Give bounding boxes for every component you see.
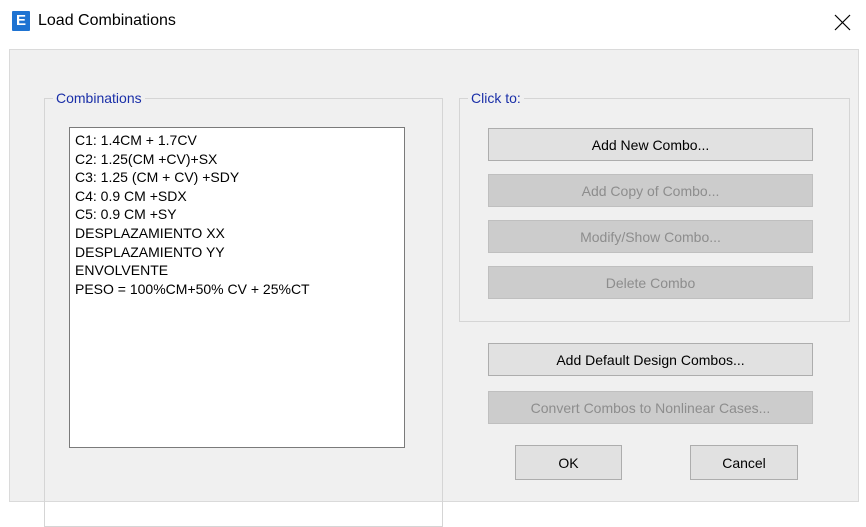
etabs-app-icon: E xyxy=(12,11,30,31)
add-default-design-combos-button[interactable]: Add Default Design Combos... xyxy=(488,343,813,376)
modify-show-combo-button: Modify/Show Combo... xyxy=(488,220,813,253)
window-title: Load Combinations xyxy=(38,12,176,29)
ok-button[interactable]: OK xyxy=(515,445,622,480)
add-copy-of-combo-button: Add Copy of Combo... xyxy=(488,174,813,207)
add-new-combo-button[interactable]: Add New Combo... xyxy=(488,128,813,161)
combination-list-item[interactable]: C5: 0.9 CM +SY xyxy=(75,205,404,224)
close-icon xyxy=(834,14,851,31)
combination-list-item[interactable]: ENVOLVENTE xyxy=(75,261,404,280)
combination-list-item[interactable]: DESPLAZAMIENTO XX xyxy=(75,224,404,243)
close-button[interactable] xyxy=(820,0,866,46)
combination-list-item[interactable]: C4: 0.9 CM +SDX xyxy=(75,187,404,206)
combination-list-item[interactable]: C2: 1.25(CM +CV)+SX xyxy=(75,150,404,169)
combination-list-item[interactable]: C3: 1.25 (CM + CV) +SDY xyxy=(75,168,404,187)
click-to-group-label: Click to: xyxy=(468,90,524,106)
combinations-listbox[interactable]: C1: 1.4CM + 1.7CV C2: 1.25(CM +CV)+SX C3: … xyxy=(69,127,405,448)
combination-list-item[interactable]: PESO = 100%CM+50% CV + 25%CT xyxy=(75,280,404,299)
combinations-list: C1: 1.4CM + 1.7CV C2: 1.25(CM +CV)+SX C3: … xyxy=(70,128,404,298)
convert-combos-button: Convert Combos to Nonlinear Cases... xyxy=(488,391,813,424)
cancel-button[interactable]: Cancel xyxy=(690,445,798,480)
title-bar: E Load Combinations xyxy=(0,0,866,46)
combinations-group-label: Combinations xyxy=(53,90,145,106)
dialog-body: Combinations C1: 1.4CM + 1.7CV C2: 1.25(C… xyxy=(9,49,859,527)
combination-list-item[interactable]: DESPLAZAMIENTO YY xyxy=(75,243,404,262)
combination-list-item[interactable]: C1: 1.4CM + 1.7CV xyxy=(75,131,404,150)
delete-combo-button: Delete Combo xyxy=(488,266,813,299)
